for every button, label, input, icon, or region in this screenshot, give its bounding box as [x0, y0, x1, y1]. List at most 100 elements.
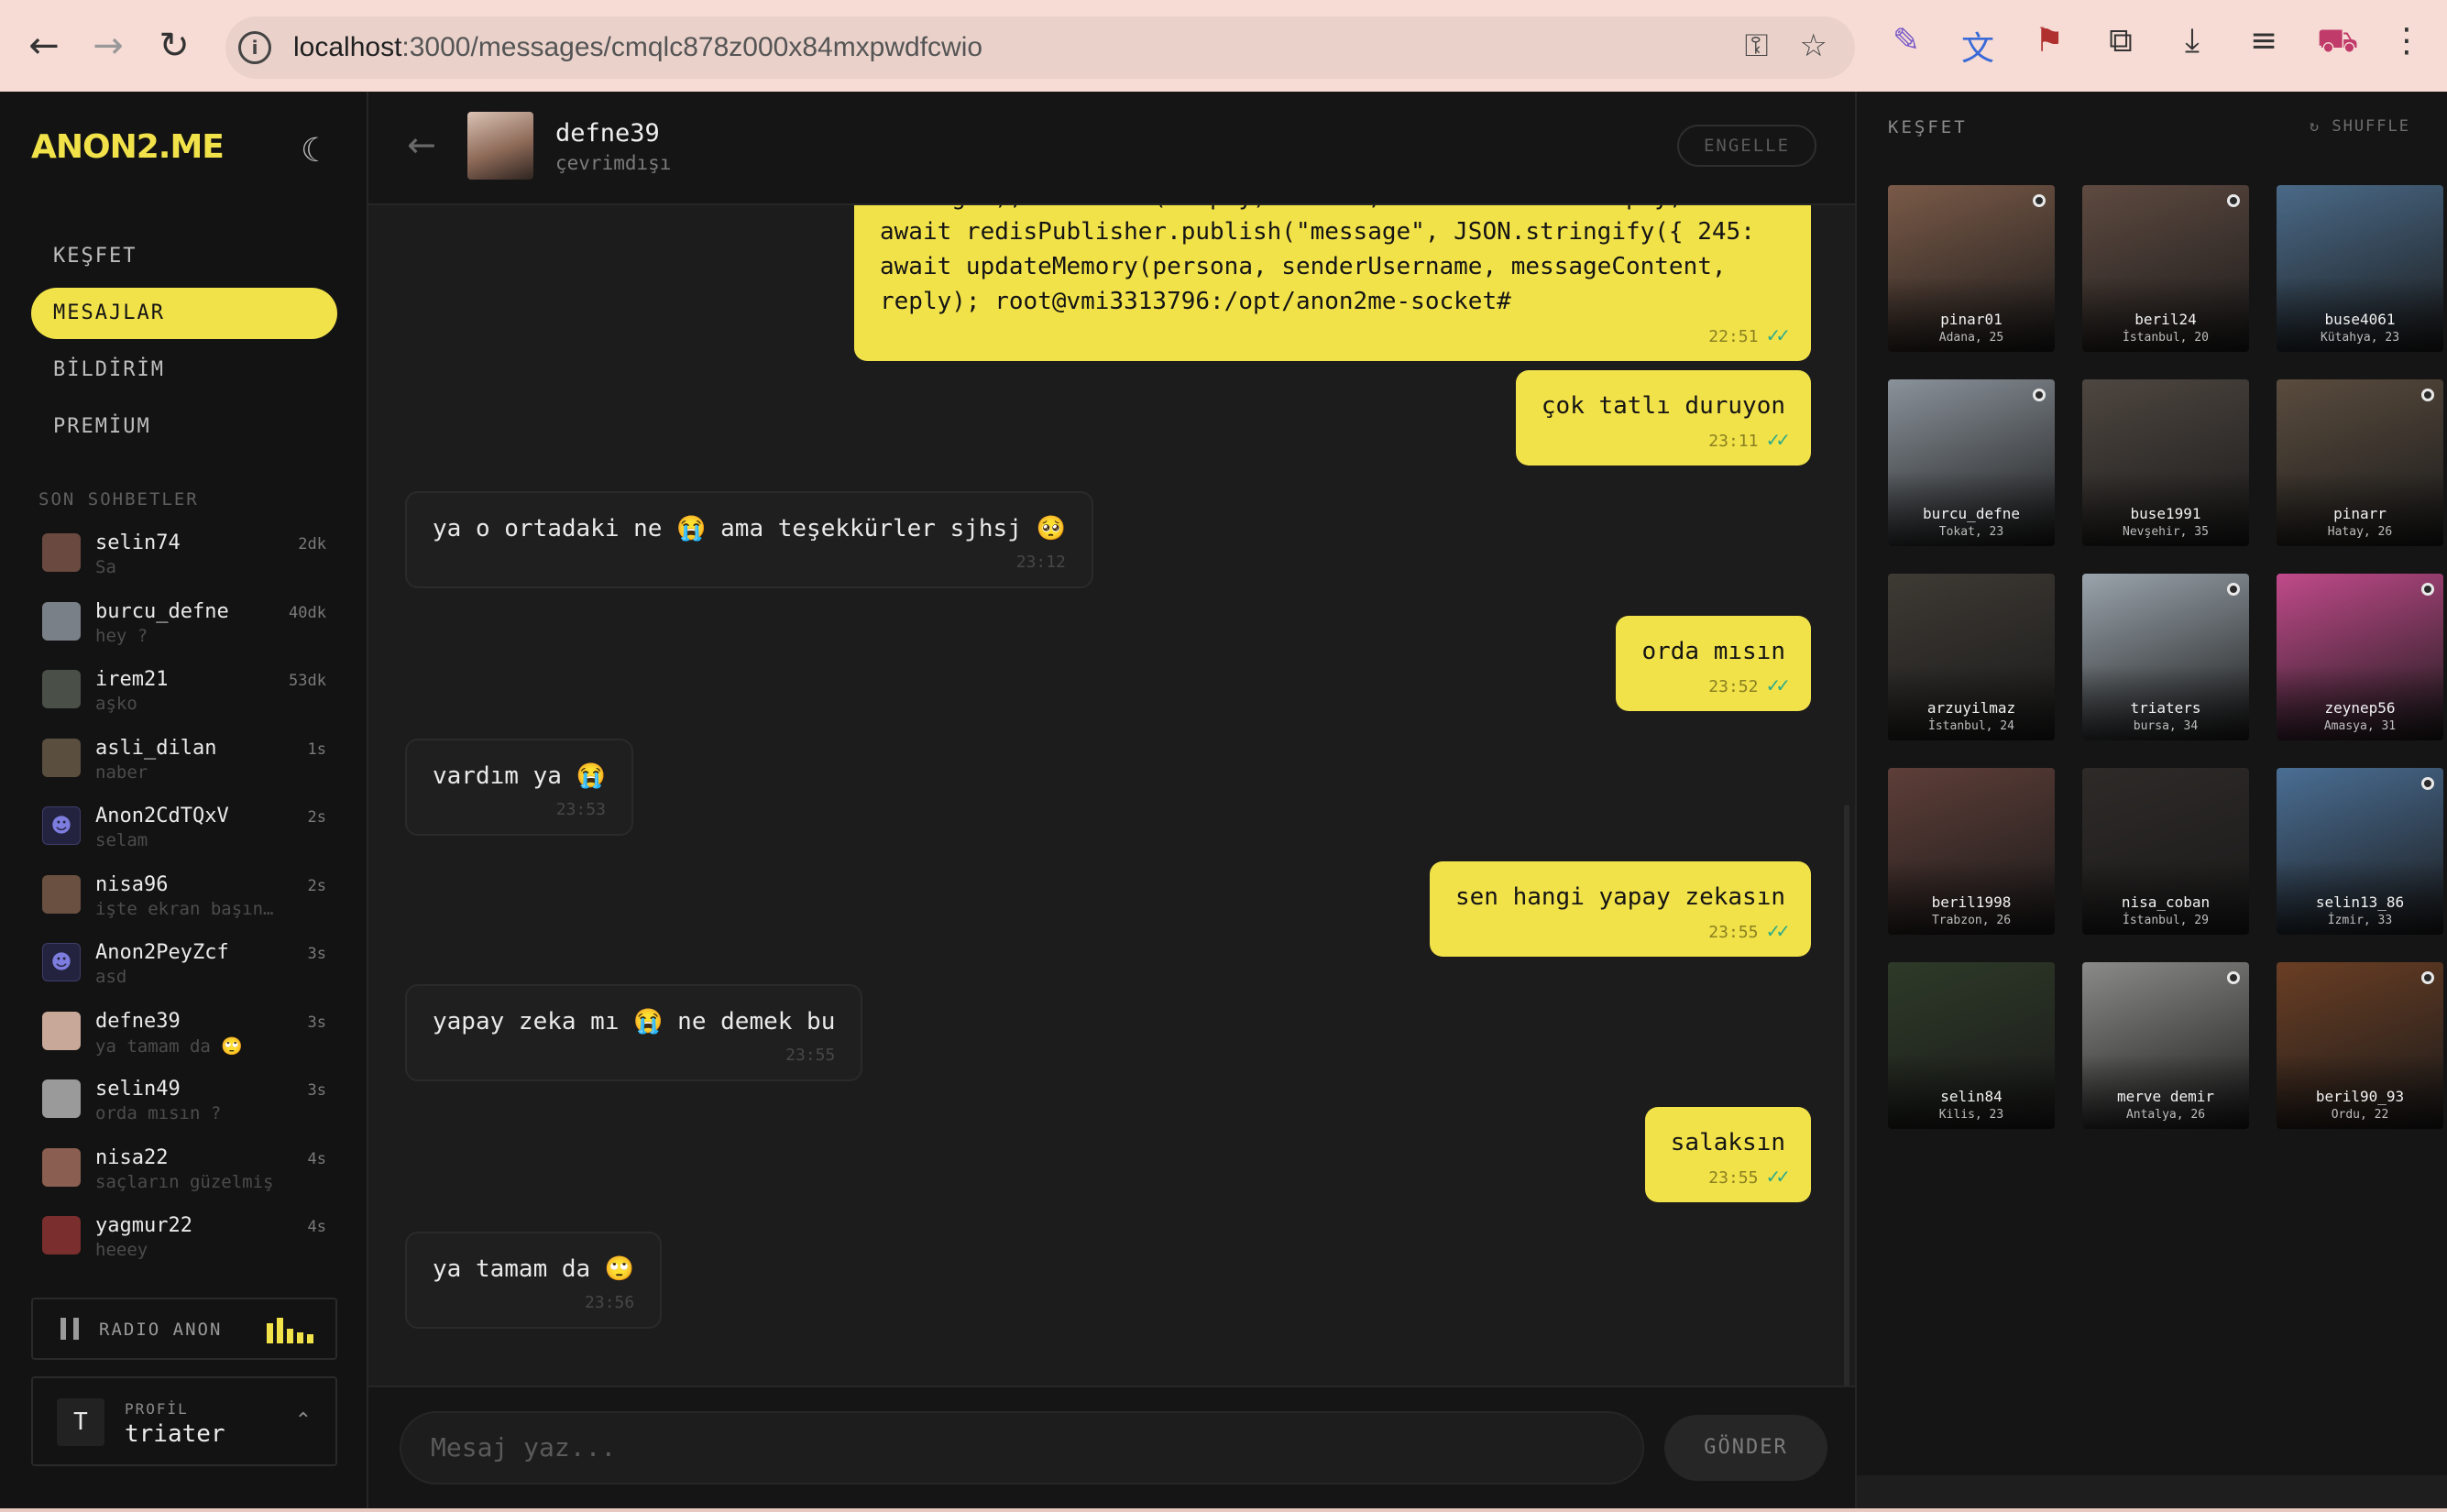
avatar[interactable] [467, 112, 533, 180]
message-bubble-received[interactable]: ya tamam da 🙄 23:56 [405, 1232, 663, 1329]
message-bubble-sent[interactable]: orda mısın 23:52 ✓✓ [1616, 616, 1811, 711]
browser-toolbar: ← → ↻ i localhost:3000/messages/cmqlc878… [0, 0, 2447, 92]
profile-card[interactable]: burcu_defne Tokat, 23 [1888, 379, 2055, 546]
flag-extension-icon[interactable]: ⚑ [2031, 22, 2068, 70]
avatar [42, 670, 81, 708]
chat-list-item[interactable]: irem21 aşko 53dk [38, 661, 332, 729]
online-status-icon [2227, 583, 2240, 596]
online-status-icon [2227, 194, 2240, 207]
translate-extension-icon[interactable]: 文 [1959, 22, 1996, 70]
profile-name: selin13_86 [2315, 893, 2405, 911]
reload-icon[interactable]: ↻ [148, 20, 200, 71]
bookmark-star-icon[interactable]: ☆ [1800, 27, 1827, 64]
nav-item-messages[interactable]: MESAJLAR [31, 288, 337, 339]
nav-item-premium[interactable]: PREMİUM [31, 401, 337, 453]
chat-preview: asd [95, 967, 127, 987]
message-time-text: 23:12 [1015, 553, 1066, 572]
forward-arrow-icon[interactable]: → [82, 20, 134, 71]
message-bubble-sent[interactable]: sen hangi yapay zekasın 23:55 ✓✓ [1429, 861, 1811, 957]
block-button[interactable]: ENGELLE [1677, 125, 1816, 167]
profile-location: İstanbul, 29 [2123, 914, 2209, 927]
profile-location: Hatay, 26 [2327, 525, 2393, 539]
chat-name: Anon2CdTQxV [95, 805, 229, 827]
profile-card[interactable]: selin84 Kilis, 23 [1888, 962, 2055, 1129]
profile-card[interactable]: arzuyilmaz İstanbul, 24 [1888, 574, 2055, 740]
profile-card[interactable]: beril1998 Trabzon, 26 [1888, 768, 2055, 935]
message-bubble-sent[interactable]: salaksın 23:55 ✓✓ [1644, 1107, 1811, 1202]
back-arrow-icon[interactable]: ← [407, 125, 436, 165]
chat-list-item[interactable]: defne39 ya tamam da 🙄 3s [38, 1003, 332, 1071]
read-receipt-icon: ✓✓ [1765, 920, 1790, 942]
profile-card[interactable]: merve demir Antalya, 26 [2082, 962, 2249, 1129]
message-time-text: 23:11 [1708, 432, 1759, 451]
message-bubble-sent[interactable]: messages); 221: if (!reply) return; 227:… [854, 205, 1811, 361]
chat-partner-name[interactable]: defne39 [555, 119, 660, 148]
message-bubble-received[interactable]: ya o ortadaki ne 😭 ama teşekkürler sjhsj… [405, 491, 1093, 588]
pause-icon[interactable] [60, 1318, 79, 1340]
profile-card[interactable]: buse4061 Kütahya, 23 [2277, 185, 2443, 352]
message-time-text: 23:55 [785, 1046, 836, 1065]
anon-user-icon: ☻ [42, 806, 81, 845]
key-icon[interactable]: ⚿ [1745, 27, 1769, 64]
profile-name: nisa_coban [2121, 893, 2211, 911]
profile-card[interactable]: selin13_86 İzmir, 33 [2277, 768, 2443, 935]
moon-icon[interactable]: ☾ [301, 132, 337, 170]
message-text: salaksın [1670, 1129, 1785, 1156]
media-queue-icon[interactable]: ≡ [2245, 22, 2282, 70]
scrollbar[interactable] [1857, 1475, 2447, 1508]
nav-item-explore[interactable]: KEŞFET [31, 231, 337, 282]
profile-card[interactable]: zeynep56 Amasya, 31 [2277, 574, 2443, 740]
message-input[interactable]: Mesaj yaz... [400, 1411, 1644, 1485]
profile-card[interactable]: pinar01 Adana, 25 [1888, 185, 2055, 352]
chat-list-item[interactable]: selin49 orda mısın ? 3s [38, 1070, 332, 1139]
radio-player[interactable]: RADIO ANON [31, 1298, 337, 1360]
extensions-puzzle-icon[interactable]: ⧉ [2102, 22, 2139, 70]
message-text: sen hangi yapay zekasın [1454, 883, 1785, 911]
message-bubble-received[interactable]: vardım ya 😭 23:53 [405, 739, 633, 836]
chevron-up-icon[interactable]: ⌃ [295, 1409, 312, 1432]
profile-name: zeynep56 [2324, 699, 2396, 717]
chat-list-item[interactable]: burcu_defne hey ? 40dk [38, 593, 332, 662]
message-bubble-sent[interactable]: çok tatlı duruyon 23:11 ✓✓ [1515, 370, 1811, 466]
message-text: ya o ortadaki ne 😭 ama teşekkürler sjhsj… [433, 515, 1066, 542]
send-button[interactable]: GÖNDER [1664, 1415, 1827, 1481]
download-icon[interactable]: ⤓ [2174, 22, 2211, 70]
profile-card[interactable]: beril90_93 Ordu, 22 [2277, 962, 2443, 1129]
chat-list-item[interactable]: selin74 Sa 2dk [38, 524, 332, 593]
profile-card[interactable]: pinarr Hatay, 26 [2277, 379, 2443, 546]
chat-list-item[interactable]: nisa96işte ekran başında … 2s [38, 866, 332, 935]
shuffle-button[interactable]: ↻ SHUFFLE [2310, 117, 2410, 136]
profile-location: Kilis, 23 [1938, 1108, 2004, 1122]
menu-kebab-icon[interactable]: ⋮ [2388, 22, 2425, 70]
chat-list-item[interactable]: ☻ Anon2PeyZcf asd 3s [38, 934, 332, 1003]
scrollbar[interactable] [1844, 805, 1849, 1386]
message-bubble-received[interactable]: yapay zeka mı 😭 ne demek bu 23:55 [405, 984, 863, 1081]
profile-card[interactable]: beril24 İstanbul, 20 [2082, 185, 2249, 352]
avatar [42, 533, 81, 572]
chat-time: 3s [307, 1013, 326, 1032]
back-arrow-icon[interactable]: ← [18, 20, 70, 71]
site-info-icon[interactable]: i [238, 31, 271, 64]
chat-preview: naber [95, 761, 148, 783]
profile-card[interactable]: buse1991 Nevşehir, 35 [2082, 379, 2249, 546]
chat-list-item[interactable]: yagmur22 heeey 4s [38, 1207, 332, 1276]
nav-item-notifications[interactable]: BİLDİRİM [31, 345, 337, 396]
avatar [42, 1147, 81, 1187]
chat-list-item[interactable]: ☻ Anon2CdTQxV selam 2s [38, 797, 332, 866]
profile-card[interactable]: triaters bursa, 34 [2082, 574, 2249, 740]
profile-menu[interactable]: T PROFİL triater ⌃ [31, 1376, 337, 1466]
cart-extension-icon[interactable]: ⛟ [2317, 22, 2358, 70]
profile-name: burcu_defne [1923, 505, 2020, 522]
profile-name: buse1991 [2130, 505, 2201, 522]
profile-location: Antalya, 26 [2125, 1108, 2206, 1122]
profile-location: İstanbul, 20 [2123, 331, 2209, 345]
pen-extension-icon[interactable]: ✎ [1888, 22, 1925, 70]
chat-list-item[interactable]: asli_dilan naber 1s [38, 729, 332, 798]
address-bar[interactable]: i localhost:3000/messages/cmqlc878z000x8… [225, 16, 1855, 79]
radio-label: RADIO ANON [99, 1320, 223, 1340]
chat-list-item[interactable]: nisa22 saçların güzelmiş 4s [38, 1139, 332, 1208]
profile-card[interactable]: nisa_coban İstanbul, 29 [2082, 768, 2249, 935]
logo[interactable]: ANON2.ME [31, 128, 225, 166]
profile-name: beril90_93 [2315, 1088, 2405, 1105]
message-list[interactable]: messages); 221: if (!reply) return; 227:… [368, 205, 1855, 1386]
